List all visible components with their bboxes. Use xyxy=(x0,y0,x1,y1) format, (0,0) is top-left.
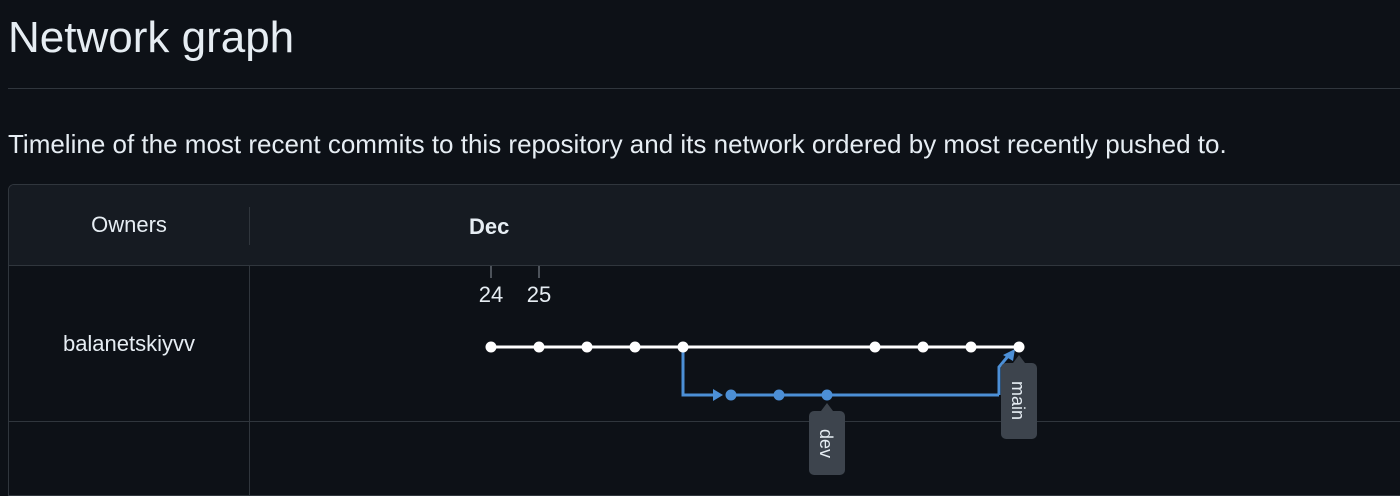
commit-dot-dev-head[interactable] xyxy=(821,389,833,401)
dev-branch-fork-line xyxy=(681,347,713,397)
commit-dot-main-head[interactable] xyxy=(1013,341,1025,353)
page-title: Network graph xyxy=(8,13,295,62)
commit-dot[interactable] xyxy=(917,341,929,353)
dev-branch-arrow xyxy=(713,389,723,401)
branch-label-pointer xyxy=(821,403,833,411)
commit-dot[interactable] xyxy=(677,341,689,353)
network-graph-panel[interactable]: Owners balanetskiyvv Dec 24 25 main dev xyxy=(8,184,1400,496)
commit-dot[interactable] xyxy=(533,341,545,353)
commit-graph[interactable]: Dec 24 25 main dev xyxy=(9,185,1400,483)
title-divider xyxy=(8,88,1400,89)
day-label-25: 25 xyxy=(527,282,551,307)
month-label: Dec xyxy=(469,214,509,239)
branch-label-main[interactable]: main xyxy=(1001,355,1037,439)
commit-dot[interactable] xyxy=(581,341,593,353)
commit-dot[interactable] xyxy=(485,341,497,353)
page-subtitle: Timeline of the most recent commits to t… xyxy=(8,129,1227,159)
branch-label-dev[interactable]: dev xyxy=(809,403,845,475)
commit-dot[interactable] xyxy=(629,341,641,353)
branch-label-main-text: main xyxy=(1008,381,1028,420)
branch-label-pointer xyxy=(1013,355,1025,363)
commit-dot[interactable] xyxy=(869,341,881,353)
commit-dot-dev[interactable] xyxy=(725,389,737,401)
day-label-24: 24 xyxy=(479,282,503,307)
commit-dot-dev[interactable] xyxy=(773,389,785,401)
commit-dot[interactable] xyxy=(965,341,977,353)
branch-label-dev-text: dev xyxy=(816,429,836,458)
